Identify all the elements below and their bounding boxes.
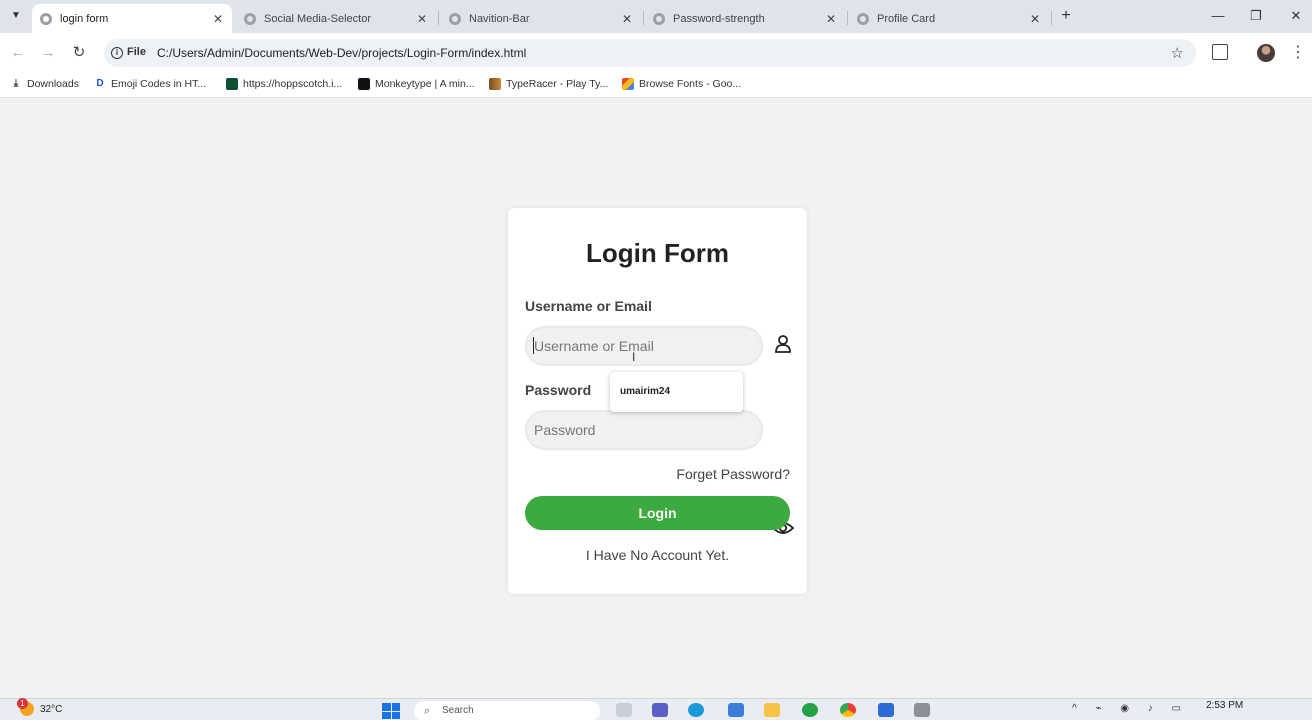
bookmark-downloads[interactable]: ⤓ Downloads: [10, 78, 79, 90]
tab-title: Social Media-Selector: [264, 12, 371, 25]
typeracer-icon: [489, 78, 501, 90]
tab-divider: [847, 11, 848, 25]
taskview-icon[interactable]: [616, 703, 632, 717]
user-icon[interactable]: [774, 334, 792, 354]
tab-title: login form: [60, 12, 109, 25]
bookmark-star-icon[interactable]: ☆: [1171, 44, 1184, 62]
globe-icon: [40, 12, 52, 25]
login-button[interactable]: Login: [525, 496, 790, 530]
bookmark-label: Downloads: [27, 78, 79, 90]
globe-icon: [653, 12, 665, 25]
search-placeholder: Search: [442, 705, 474, 716]
hoppscotch-icon: [226, 78, 238, 90]
profile-avatar[interactable]: [1257, 44, 1275, 62]
no-account-link[interactable]: I Have No Account Yet.: [508, 547, 807, 563]
autofill-suggestion[interactable]: umairim24: [610, 372, 743, 412]
bookmark-typeracer[interactable]: TypeRacer - Play Ty...: [489, 78, 608, 90]
autofill-username[interactable]: umairim24: [620, 386, 670, 397]
close-tab-icon[interactable]: ✕: [210, 12, 226, 26]
windows-taskbar: 1 32°C ⌕ Search ^ ⌁ ◉ ♪ ▭ 2:53 PM: [0, 698, 1312, 720]
globe-icon: [857, 12, 869, 25]
extensions-icon[interactable]: [1212, 44, 1228, 60]
teams-icon[interactable]: [652, 703, 668, 717]
minimize-icon[interactable]: —: [1206, 6, 1230, 26]
tab-divider: [1051, 11, 1052, 25]
info-icon[interactable]: i: [111, 47, 123, 59]
system-tray-icons[interactable]: ^ ⌁ ◉ ♪ ▭: [1072, 703, 1189, 714]
password-input[interactable]: [525, 410, 763, 450]
reload-icon[interactable]: ↻: [69, 43, 89, 63]
bookmark-emoji-codes[interactable]: D Emoji Codes in HT...: [94, 78, 206, 90]
menu-icon[interactable]: ⋮: [1290, 42, 1306, 62]
tab-divider: [438, 11, 439, 25]
password-label: Password: [525, 382, 592, 398]
google-fonts-icon: [622, 78, 634, 90]
tab-title: Password-strength: [673, 12, 765, 25]
chrome-icon[interactable]: [840, 703, 856, 717]
edge-icon[interactable]: [688, 703, 704, 717]
weather-widget[interactable]: 1 32°C: [17, 698, 63, 716]
close-tab-icon[interactable]: ✕: [619, 12, 635, 26]
new-tab-icon[interactable]: +: [1056, 7, 1076, 25]
app-icon[interactable]: [914, 703, 930, 717]
close-tab-icon[interactable]: ✕: [823, 12, 839, 26]
window-close-icon[interactable]: ✕: [1284, 6, 1308, 26]
tab-title: Profile Card: [877, 12, 936, 25]
tab-profile-card[interactable]: Profile Card ✕: [849, 4, 1049, 33]
tab-strip: ▼ login form ✕ Social Media-Selector ✕ N…: [0, 0, 1312, 33]
whatsapp-icon[interactable]: [802, 703, 818, 717]
globe-icon: [449, 12, 461, 25]
tab-password-strength[interactable]: Password-strength ✕: [645, 4, 845, 33]
tab-divider: [643, 11, 644, 25]
download-icon: ⤓: [13, 78, 19, 89]
bookmark-label: Browse Fonts - Goo...: [639, 78, 742, 90]
windows-start-icon[interactable]: [382, 703, 400, 719]
forward-icon[interactable]: →: [38, 43, 58, 63]
text-cursor-icon: I: [632, 350, 636, 364]
address-bar[interactable]: i File C:/Users/Admin/Documents/Web-Dev/…: [104, 39, 1196, 67]
close-tab-icon[interactable]: ✕: [414, 12, 430, 26]
username-input[interactable]: [525, 326, 763, 366]
scheme-chip: File: [127, 46, 146, 58]
bookmark-label: TypeRacer - Play Ty...: [506, 78, 609, 90]
bookmarks-bar: ⤓ Downloads D Emoji Codes in HT... https…: [0, 73, 1312, 98]
username-label: Username or Email: [525, 298, 652, 314]
tab-social-media-selector[interactable]: Social Media-Selector ✕: [236, 4, 436, 33]
file-explorer-icon[interactable]: [764, 703, 780, 717]
bookmark-hoppscotch[interactable]: https://hoppscotch.i...: [226, 78, 342, 90]
monkeytype-icon: [358, 78, 370, 90]
d-logo-icon: D: [96, 78, 104, 89]
tab-title: Navition-Bar: [469, 12, 530, 25]
bookmark-label: https://hoppscotch.i...: [243, 78, 343, 90]
page-viewport: Login Form Username or Email Password um…: [0, 98, 1312, 698]
taskbar-search[interactable]: ⌕ Search: [414, 701, 600, 720]
store-icon[interactable]: [728, 703, 744, 717]
bookmark-google-fonts[interactable]: Browse Fonts - Goo...: [622, 78, 741, 90]
login-card: Login Form Username or Email Password um…: [508, 208, 807, 594]
restore-icon[interactable]: ❐: [1244, 6, 1268, 26]
weather-icon: 1: [17, 698, 34, 716]
bookmark-label: Emoji Codes in HT...: [111, 78, 207, 90]
browser-toolbar: ← → ↻ i File C:/Users/Admin/Documents/We…: [0, 33, 1312, 73]
close-tab-icon[interactable]: ✕: [1027, 12, 1043, 26]
url-text[interactable]: C:/Users/Admin/Documents/Web-Dev/project…: [157, 46, 526, 60]
bookmark-label: Monkeytype | A min...: [375, 78, 475, 90]
back-icon[interactable]: ←: [8, 43, 28, 63]
bookmark-monkeytype[interactable]: Monkeytype | A min...: [358, 78, 475, 90]
notification-badge: 1: [17, 698, 28, 709]
globe-icon: [244, 12, 256, 25]
form-title: Login Form: [586, 238, 729, 268]
tab-search-chevron-icon[interactable]: ▼: [6, 7, 26, 25]
search-icon: ⌕: [424, 705, 431, 717]
clock[interactable]: 2:53 PM: [1206, 700, 1243, 711]
vscode-icon[interactable]: [878, 703, 894, 717]
text-caret: [533, 337, 534, 354]
weather-temp: 32°C: [40, 703, 63, 715]
tab-login-form[interactable]: login form ✕: [32, 4, 232, 33]
tab-navition-bar[interactable]: Navition-Bar ✕: [441, 4, 641, 33]
forget-password-link[interactable]: Forget Password?: [676, 466, 790, 482]
